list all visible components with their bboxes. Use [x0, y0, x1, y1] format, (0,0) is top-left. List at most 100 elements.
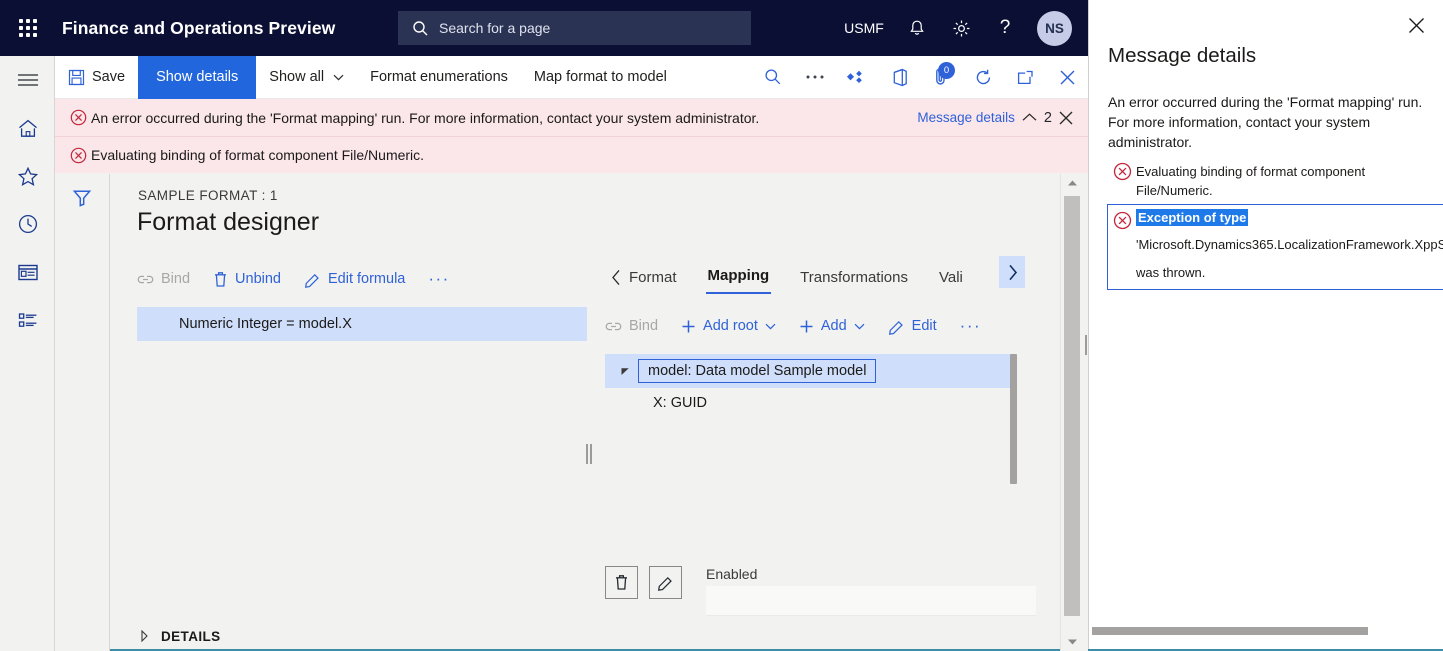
- list-item-selected[interactable]: Exception of type 'Microsoft.Dynamics365…: [1107, 204, 1443, 290]
- error-text-secondary: Evaluating binding of format component F…: [91, 147, 424, 163]
- chevron-right-icon[interactable]: [999, 256, 1025, 288]
- show-details-button[interactable]: Show details: [138, 56, 256, 99]
- error-icon: [65, 109, 91, 126]
- list-item-body: Exception of type 'Microsoft.Dynamics365…: [1136, 209, 1443, 282]
- edit-label: Edit: [912, 318, 937, 334]
- show-all-button[interactable]: Show all: [256, 56, 357, 99]
- save-button[interactable]: Save: [55, 56, 138, 99]
- add-root-label: Add root: [703, 318, 758, 334]
- delete-button[interactable]: [605, 566, 638, 599]
- tab-mapping[interactable]: Mapping: [706, 267, 772, 294]
- error-row-secondary: Evaluating binding of format component F…: [55, 136, 1088, 173]
- panel-message-list: Evaluating binding of format component F…: [1108, 160, 1443, 290]
- format-enumerations-button[interactable]: Format enumerations: [357, 56, 521, 99]
- tab-format[interactable]: Format: [627, 269, 679, 294]
- pencil-icon: [304, 271, 321, 288]
- close-icon[interactable]: [1058, 110, 1074, 126]
- avatar[interactable]: NS: [1037, 11, 1072, 46]
- scroll-up-arrow-icon[interactable]: [1061, 174, 1083, 192]
- tree-row[interactable]: X: GUID: [605, 388, 1015, 418]
- scroll-down-arrow-icon[interactable]: [1061, 633, 1083, 651]
- edit-button[interactable]: Edit: [888, 318, 948, 335]
- left-navigation-rail: [0, 56, 55, 651]
- bind-label: Bind: [629, 318, 658, 334]
- error-count: 2: [1044, 110, 1052, 126]
- search-input[interactable]: Search for a page: [398, 11, 751, 45]
- scrollbar-thumb[interactable]: [1064, 196, 1080, 616]
- chevron-right-icon[interactable]: [140, 630, 149, 642]
- app-launcher-icon[interactable]: [0, 0, 56, 56]
- search-icon: [412, 20, 429, 37]
- tab-transformations[interactable]: Transformations: [798, 269, 910, 294]
- list-item[interactable]: Evaluating binding of format component F…: [1108, 160, 1443, 200]
- show-all-label: Show all: [269, 69, 324, 85]
- tree-vertical-scrollbar[interactable]: [1010, 354, 1017, 484]
- save-label: Save: [92, 69, 125, 85]
- plus-icon: [681, 319, 696, 334]
- pane-splitter-handle[interactable]: [586, 444, 592, 464]
- overflow-menu-icon[interactable]: ···: [428, 269, 460, 289]
- error-message-bar: An error occurred during the 'Format map…: [55, 99, 1088, 173]
- main-region: Finance and Operations Preview Search fo…: [0, 0, 1088, 651]
- panel-horizontal-scrollbar[interactable]: [1088, 626, 1443, 636]
- enabled-field-label: Enabled: [706, 566, 1036, 582]
- edit-formula-button[interactable]: Edit formula: [304, 271, 416, 288]
- popout-icon[interactable]: [1004, 56, 1046, 99]
- page-vertical-scrollbar[interactable]: [1060, 174, 1082, 651]
- edit-button[interactable]: [649, 566, 682, 599]
- tree-node-root[interactable]: model: Data model Sample model: [638, 359, 876, 383]
- open-in-office-icon[interactable]: [878, 56, 920, 99]
- clock-icon[interactable]: [0, 200, 55, 248]
- overflow-menu-icon[interactable]: ···: [960, 316, 992, 336]
- exception-thrown-line: was thrown.: [1136, 263, 1443, 282]
- workspace-icon[interactable]: [0, 248, 55, 296]
- close-page-icon[interactable]: [1046, 56, 1088, 99]
- tab-validations[interactable]: Vali: [937, 269, 973, 294]
- search-placeholder: Search for a page: [439, 20, 550, 36]
- tree-row[interactable]: model: Data model Sample model: [605, 354, 1015, 388]
- question-icon[interactable]: ?: [983, 0, 1027, 56]
- filter-funnel-icon[interactable]: [55, 174, 109, 222]
- refresh-icon[interactable]: [962, 56, 1004, 99]
- gear-icon[interactable]: [939, 0, 983, 56]
- share-icon[interactable]: [836, 56, 878, 99]
- link-icon: [605, 320, 622, 333]
- overflow-menu-icon[interactable]: [794, 56, 836, 99]
- enabled-field-input[interactable]: [706, 586, 1036, 616]
- chevron-left-icon[interactable]: [605, 269, 627, 294]
- map-format-to-model-button[interactable]: Map format to model: [521, 56, 680, 99]
- unbind-button[interactable]: Unbind: [213, 271, 292, 288]
- error-row-primary: An error occurred during the 'Format map…: [55, 99, 1088, 136]
- save-icon: [68, 69, 85, 86]
- scrollbar-thumb[interactable]: [1092, 627, 1368, 635]
- panel-title: Message details: [1108, 44, 1256, 68]
- company-selector[interactable]: USMF: [833, 0, 895, 56]
- attachments-icon[interactable]: 0: [920, 56, 962, 99]
- add-root-button[interactable]: Add root: [681, 318, 787, 334]
- exception-type-line: 'Microsoft.Dynamics365.LocalizationFrame…: [1136, 235, 1443, 254]
- add-button[interactable]: Add: [799, 318, 876, 334]
- bind-button[interactable]: Bind: [137, 271, 201, 287]
- enabled-field-group: Enabled: [706, 566, 1036, 616]
- modules-icon[interactable]: [0, 296, 55, 344]
- application-window: Finance and Operations Preview Search fo…: [0, 0, 1443, 651]
- message-details-link[interactable]: Message details: [917, 110, 1015, 125]
- search-icon[interactable]: [752, 56, 794, 99]
- link-icon: [137, 273, 154, 286]
- details-label: DETAILS: [161, 629, 221, 644]
- bell-icon[interactable]: [895, 0, 939, 56]
- format-pane-toolbar: Bind Unbind Edit formula ···: [137, 262, 587, 296]
- chevron-up-icon[interactable]: [1021, 112, 1038, 123]
- hamburger-icon[interactable]: [0, 56, 55, 104]
- triangle-expanded-icon[interactable]: [612, 366, 638, 377]
- format-binding-row[interactable]: Numeric Integer = model.X: [137, 307, 587, 341]
- details-section-header[interactable]: DETAILS: [110, 623, 1060, 651]
- bind-button[interactable]: Bind: [605, 318, 669, 334]
- breadcrumb: SAMPLE FORMAT : 1: [138, 188, 278, 203]
- tree-node-child: X: GUID: [653, 395, 707, 411]
- chevron-down-icon: [333, 74, 344, 81]
- star-icon[interactable]: [0, 152, 55, 200]
- home-icon[interactable]: [0, 104, 55, 152]
- close-icon[interactable]: [1403, 12, 1429, 38]
- enabled-property-row: Enabled: [605, 566, 1036, 616]
